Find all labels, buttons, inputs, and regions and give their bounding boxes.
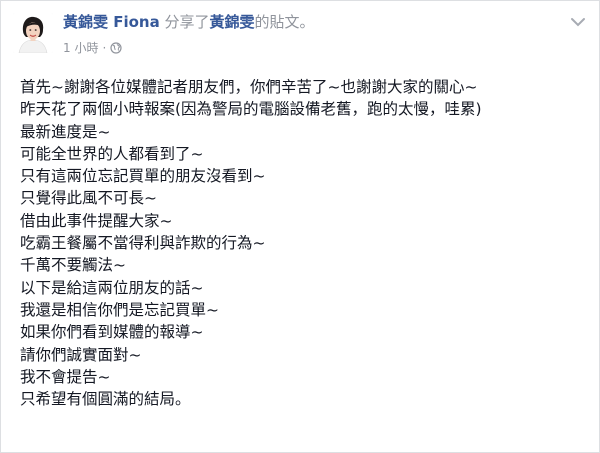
avatar-photo [13, 13, 53, 53]
post-line: 最新進度是~ [20, 122, 111, 141]
chevron-down-icon[interactable] [569, 13, 587, 27]
source-author-link[interactable]: 黃錦雯 [210, 13, 255, 31]
post-body: 首先~謝謝各位媒體記者朋友們，你們辛苦了~也謝謝大家的關心~ 昨天花了兩個小時報… [20, 76, 587, 410]
post-line: 吃霸王餐屬不當得利與詐欺的行為~ [20, 234, 266, 253]
post-line: 昨天花了兩個小時報案(因為警局的電腦設備老舊，跑的太慢，哇累) [20, 100, 482, 119]
meta-separator: · [102, 41, 107, 55]
source-post-link[interactable]: 的貼文。 [255, 13, 315, 31]
avatar[interactable] [13, 13, 53, 53]
post-header: 黃錦雯 Fiona 分享了黃錦雯的貼文。 [63, 12, 315, 32]
post-line: 請你們誠實面對~ [20, 345, 142, 364]
post-line: 借由此事件提醒大家~ [20, 211, 173, 230]
post-line: 可能全世界的人都看到了~ [20, 144, 204, 163]
post-line: 千萬不要觸法~ [20, 256, 126, 275]
shared-text: 分享了 [164, 13, 210, 31]
post-line: 以下是給這兩位朋友的話~ [20, 278, 204, 297]
post-line: 我不會提告~ [20, 367, 111, 386]
post-line: 首先~謝謝各位媒體記者朋友們，你們辛苦了~也謝謝大家的關心~ [20, 78, 478, 96]
author-name-link[interactable]: 黃錦雯 Fiona [63, 13, 160, 31]
post-line: 我還是相信你們是忘記買單~ [20, 300, 219, 319]
post-line: 只有這兩位忘記買單的朋友沒看到~ [20, 167, 266, 186]
timestamp-link[interactable]: 1 小時 [63, 40, 98, 56]
post-card: 黃錦雯 Fiona 分享了黃錦雯的貼文。 1 小時 · 首先~謝謝各位媒體記者朋… [0, 0, 600, 453]
post-meta: 1 小時 · [63, 40, 122, 56]
globe-icon[interactable] [110, 42, 122, 54]
post-line: 只覺得此風不可長~ [20, 189, 157, 208]
post-line: 只希望有個圓滿的結局。 [20, 390, 191, 409]
post-line: 如果你們看到媒體的報導~ [20, 323, 204, 342]
